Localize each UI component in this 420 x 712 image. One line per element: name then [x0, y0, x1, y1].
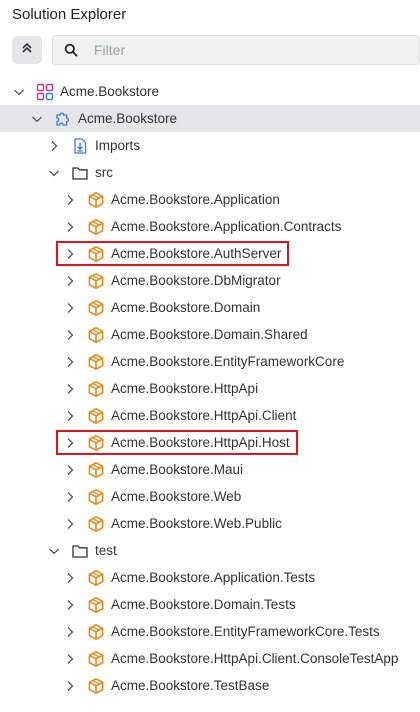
package-icon [87, 407, 105, 425]
tree-node-label: Acme.Bookstore.Domain.Shared [111, 327, 308, 342]
chevron-right-icon[interactable] [64, 599, 76, 611]
chevron-right-icon[interactable] [64, 329, 76, 341]
tree-node-imports[interactable]: Imports [0, 132, 420, 159]
test-items-list: Acme.Bookstore.Application.Tests Acme.Boo… [0, 564, 420, 699]
imports-download-icon [71, 137, 89, 155]
chevron-right-icon[interactable] [64, 356, 76, 368]
package-icon [87, 596, 105, 614]
tree-node-label: Acme.Bookstore.DbMigrator [111, 273, 281, 288]
folder-icon [71, 542, 89, 560]
tree-node-package[interactable]: Acme.Bookstore.Application.Contracts [0, 213, 420, 240]
chevron-right-icon[interactable] [64, 194, 76, 206]
tree-node-package[interactable]: Acme.Bookstore.HttpApi [0, 375, 420, 402]
chevron-right-icon[interactable] [64, 572, 76, 584]
filter-box[interactable] [52, 35, 420, 65]
search-icon [64, 43, 78, 57]
tree-node-package[interactable]: Acme.Bookstore.Web.Public [0, 510, 420, 537]
chevron-down-icon[interactable] [48, 545, 60, 557]
tree-node-label: Acme.Bookstore [60, 84, 160, 99]
tree-node-label: Acme.Bookstore.Application.Contracts [111, 219, 342, 234]
tree-node-package[interactable]: Acme.Bookstore.Web [0, 483, 420, 510]
chevron-right-icon[interactable] [64, 221, 76, 233]
tree-node-label: Acme.Bookstore.Application.Tests [111, 570, 316, 585]
chevron-right-icon[interactable] [64, 653, 76, 665]
panel-title: Solution Explorer [12, 6, 127, 23]
tree-node-project[interactable]: Acme.Bookstore [0, 105, 420, 132]
filter-input[interactable] [92, 41, 419, 59]
package-icon [87, 353, 105, 371]
tree-node-label: Acme.Bookstore.Application [111, 192, 280, 207]
chevron-right-icon[interactable] [64, 302, 76, 314]
tree-node-label: Acme.Bookstore.Domain [111, 300, 261, 315]
tree-node-package[interactable]: Acme.Bookstore.Application [0, 186, 420, 213]
tree-node-package[interactable]: Acme.Bookstore.Domain.Tests [0, 591, 420, 618]
tree-node-package[interactable]: Acme.Bookstore.Domain.Shared [0, 321, 420, 348]
package-icon [87, 569, 105, 587]
tree-node-label: Acme.Bookstore.Web.Public [111, 516, 282, 531]
tree-node-package[interactable]: Acme.Bookstore.Application.Tests [0, 564, 420, 591]
package-icon [87, 299, 105, 317]
collapse-all-button[interactable] [12, 36, 42, 64]
package-icon [87, 218, 105, 236]
chevron-down-icon[interactable] [13, 86, 25, 98]
tree-node-package[interactable]: Acme.Bookstore.HttpApi.Client.ConsoleTes… [0, 645, 420, 672]
solution-icon [36, 83, 54, 101]
tree-node-solution[interactable]: Acme.Bookstore [0, 78, 420, 105]
double-chevron-up-icon [21, 41, 33, 59]
package-icon [87, 623, 105, 641]
tree-node-label: Acme.Bookstore.EntityFrameworkCore [111, 354, 345, 369]
package-icon [87, 380, 105, 398]
tree-node-label: Acme.Bookstore.HttpApi.Client [111, 408, 297, 423]
package-icon [87, 515, 105, 533]
tree-node-package[interactable]: Acme.Bookstore.EntityFrameworkCore [0, 348, 420, 375]
chevron-right-icon[interactable] [64, 410, 76, 422]
tree-node-src-folder[interactable]: src [0, 159, 420, 186]
tree-node-package[interactable]: Acme.Bookstore.Domain [0, 294, 420, 321]
tree-node-package[interactable]: Acme.Bookstore.AuthServer [0, 240, 420, 267]
package-icon [87, 326, 105, 344]
tree-node-label: Acme.Bookstore.EntityFrameworkCore.Tests [111, 624, 380, 639]
chevron-right-icon[interactable] [64, 383, 76, 395]
chevron-right-icon[interactable] [48, 140, 60, 152]
solution-tree: Acme.Bookstore Acme.Bookstore Imports sr… [0, 78, 420, 699]
tree-node-package[interactable]: Acme.Bookstore.HttpApi.Client [0, 402, 420, 429]
chevron-right-icon[interactable] [64, 680, 76, 692]
src-items-list: Acme.Bookstore.Application Acme.Bookstore… [0, 186, 420, 537]
tree-node-label: Acme.Bookstore.Domain.Tests [111, 597, 296, 612]
tree-node-label: Acme.Bookstore.HttpApi [111, 381, 259, 396]
project-puzzle-icon [54, 110, 72, 128]
tree-node-package[interactable]: Acme.Bookstore.EntityFrameworkCore.Tests [0, 618, 420, 645]
tree-node-label: Acme.Bookstore [78, 111, 178, 126]
tree-node-package[interactable]: Acme.Bookstore.TestBase [0, 672, 420, 699]
chevron-right-icon[interactable] [64, 464, 76, 476]
chevron-right-icon[interactable] [64, 275, 76, 287]
package-icon [87, 461, 105, 479]
folder-icon [71, 164, 89, 182]
tree-node-label: Imports [95, 138, 141, 153]
chevron-down-icon[interactable] [31, 113, 43, 125]
highlight-box [56, 241, 289, 266]
tree-node-label: test [95, 543, 117, 558]
chevron-down-icon[interactable] [48, 167, 60, 179]
tree-node-label: Acme.Bookstore.HttpApi.Client.ConsoleTes… [111, 651, 399, 666]
chevron-right-icon[interactable] [64, 518, 76, 530]
chevron-right-icon[interactable] [64, 491, 76, 503]
tree-node-label: src [95, 165, 113, 180]
chevron-right-icon[interactable] [64, 626, 76, 638]
highlight-box [56, 430, 298, 455]
package-icon [87, 650, 105, 668]
tree-node-label: Acme.Bookstore.Maui [111, 462, 244, 477]
tree-node-package[interactable]: Acme.Bookstore.DbMigrator [0, 267, 420, 294]
package-icon [87, 677, 105, 695]
tree-node-label: Acme.Bookstore.TestBase [111, 678, 270, 693]
tree-node-package[interactable]: Acme.Bookstore.Maui [0, 456, 420, 483]
package-icon [87, 488, 105, 506]
tree-node-test-folder[interactable]: test [0, 537, 420, 564]
tree-node-label: Acme.Bookstore.Web [111, 489, 242, 504]
tree-node-package[interactable]: Acme.Bookstore.HttpApi.Host [0, 429, 420, 456]
package-icon [87, 272, 105, 290]
package-icon [87, 191, 105, 209]
